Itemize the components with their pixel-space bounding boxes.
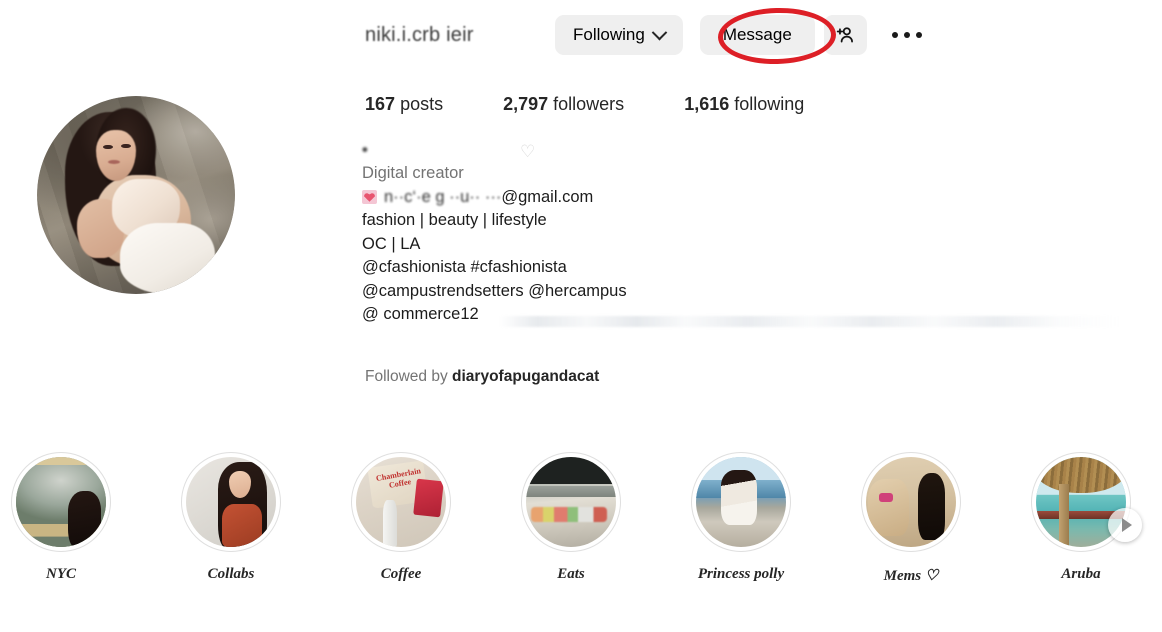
highlight-thumbnail [696, 457, 786, 547]
avatar-image [37, 96, 235, 294]
following-button[interactable]: Following [555, 15, 683, 55]
bio-line-5: @ commerce12 [362, 305, 479, 323]
following-label: Following [573, 25, 645, 44]
heart-emoji-icon [362, 190, 377, 205]
stat-following-value: 1,616 [684, 94, 730, 114]
bio-line-4: @campustrendsetters @hercampus [362, 281, 627, 300]
message-button[interactable]: Message [699, 15, 815, 55]
followed-by-prefix: Followed by [365, 368, 453, 385]
highlight-ring[interactable] [181, 452, 281, 552]
highlight-label: Collabs [207, 566, 255, 582]
highlight-thumbnail: Chamberlain Coffee [356, 457, 446, 547]
highlight-label: Aruba [1061, 566, 1101, 582]
stat-posts-value: 167 [365, 94, 396, 114]
stat-followers[interactable]: 2,797 followers [503, 94, 624, 115]
display-name-row: • ♡ [362, 140, 782, 162]
highlight-nyc[interactable]: NYC [11, 452, 111, 583]
profile-stats: 167 posts 2,797 followers 1,616 followin… [365, 94, 804, 115]
profile-category: Digital creator [362, 164, 464, 182]
highlight-princess-polly[interactable]: Princess polly [691, 452, 791, 583]
dot-2 [903, 32, 910, 38]
bio-line-1: fashion | beauty | lifestyle [362, 211, 547, 229]
highlight-ring[interactable] [691, 452, 791, 552]
highlight-art-collar [878, 493, 893, 502]
highlight-art [16, 457, 106, 547]
highlight-label: Mems ♡ [883, 568, 939, 584]
highlight-thumbnail [526, 457, 616, 547]
bio-line-3: @cfashionista #cfashionista [362, 258, 567, 276]
dot-3 [915, 32, 922, 38]
stat-following-label: following [734, 94, 805, 114]
profile-bio: • ♡ Digital creator n··c‘·e g ··u·· ···@… [362, 140, 782, 327]
highlight-label: Eats [557, 566, 585, 582]
followed-by: Followed by diaryofapugandacat [365, 368, 599, 386]
stat-posts[interactable]: 167 posts [365, 94, 443, 115]
avatar[interactable] [37, 96, 235, 294]
stat-following[interactable]: 1,616 following [684, 94, 804, 115]
highlight-art [696, 457, 786, 547]
email-handle: n··c‘·e g ··u·· ··· [384, 187, 502, 206]
highlight-art-post [1059, 484, 1070, 547]
followed-by-name[interactable]: diaryofapugandacat [452, 368, 599, 385]
highlight-thumbnail [186, 457, 276, 547]
highlight-art [526, 457, 616, 547]
highlight-eats[interactable]: Eats [521, 452, 621, 583]
highlight-ring[interactable]: Chamberlain Coffee [351, 452, 451, 552]
avatar-pants [120, 222, 216, 294]
bio-email-line: n··c‘·e g ··u·· ···@gmail.com [362, 186, 782, 210]
highlight-art [866, 457, 956, 547]
highlight-ring[interactable] [861, 452, 961, 552]
stat-followers-value: 2,797 [503, 94, 549, 114]
email-domain: @gmail.com [501, 187, 594, 206]
highlight-art [186, 457, 276, 547]
chevron-right-icon[interactable] [1108, 508, 1142, 542]
highlight-art-bottle [383, 500, 398, 547]
highlight-label: Coffee [380, 566, 422, 582]
highlight-coffee[interactable]: Chamberlain Coffee Coffee [351, 452, 451, 583]
highlight-label: Princess polly [697, 566, 785, 582]
highlight-ring[interactable] [521, 452, 621, 552]
highlight-mems[interactable]: Mems ♡ [861, 452, 961, 585]
more-options-icon[interactable] [885, 15, 929, 55]
dot-1 [891, 32, 898, 38]
add-person-icon[interactable] [823, 15, 867, 55]
stat-followers-label: followers [553, 94, 625, 114]
bio-line-2: OC | LA [362, 234, 421, 253]
instagram-profile-page: niki.i.crb ieir Following Message 167 po… [0, 0, 1162, 632]
display-name: • [362, 141, 424, 160]
highlight-label: NYC [46, 566, 76, 582]
highlight-thumbnail [16, 457, 106, 547]
profile-header: niki.i.crb ieir Following Message [365, 15, 929, 55]
heart-outline-icon: ♡ [520, 141, 536, 161]
highlight-thumbnail [866, 457, 956, 547]
highlight-collabs[interactable]: Collabs [181, 452, 281, 583]
next-arrow-glyph [1121, 518, 1132, 532]
stat-posts-label: posts [400, 94, 444, 114]
username: niki.i.crb ieir [365, 23, 474, 46]
chevron-down-icon [651, 24, 668, 40]
highlight-ring[interactable] [11, 452, 111, 552]
